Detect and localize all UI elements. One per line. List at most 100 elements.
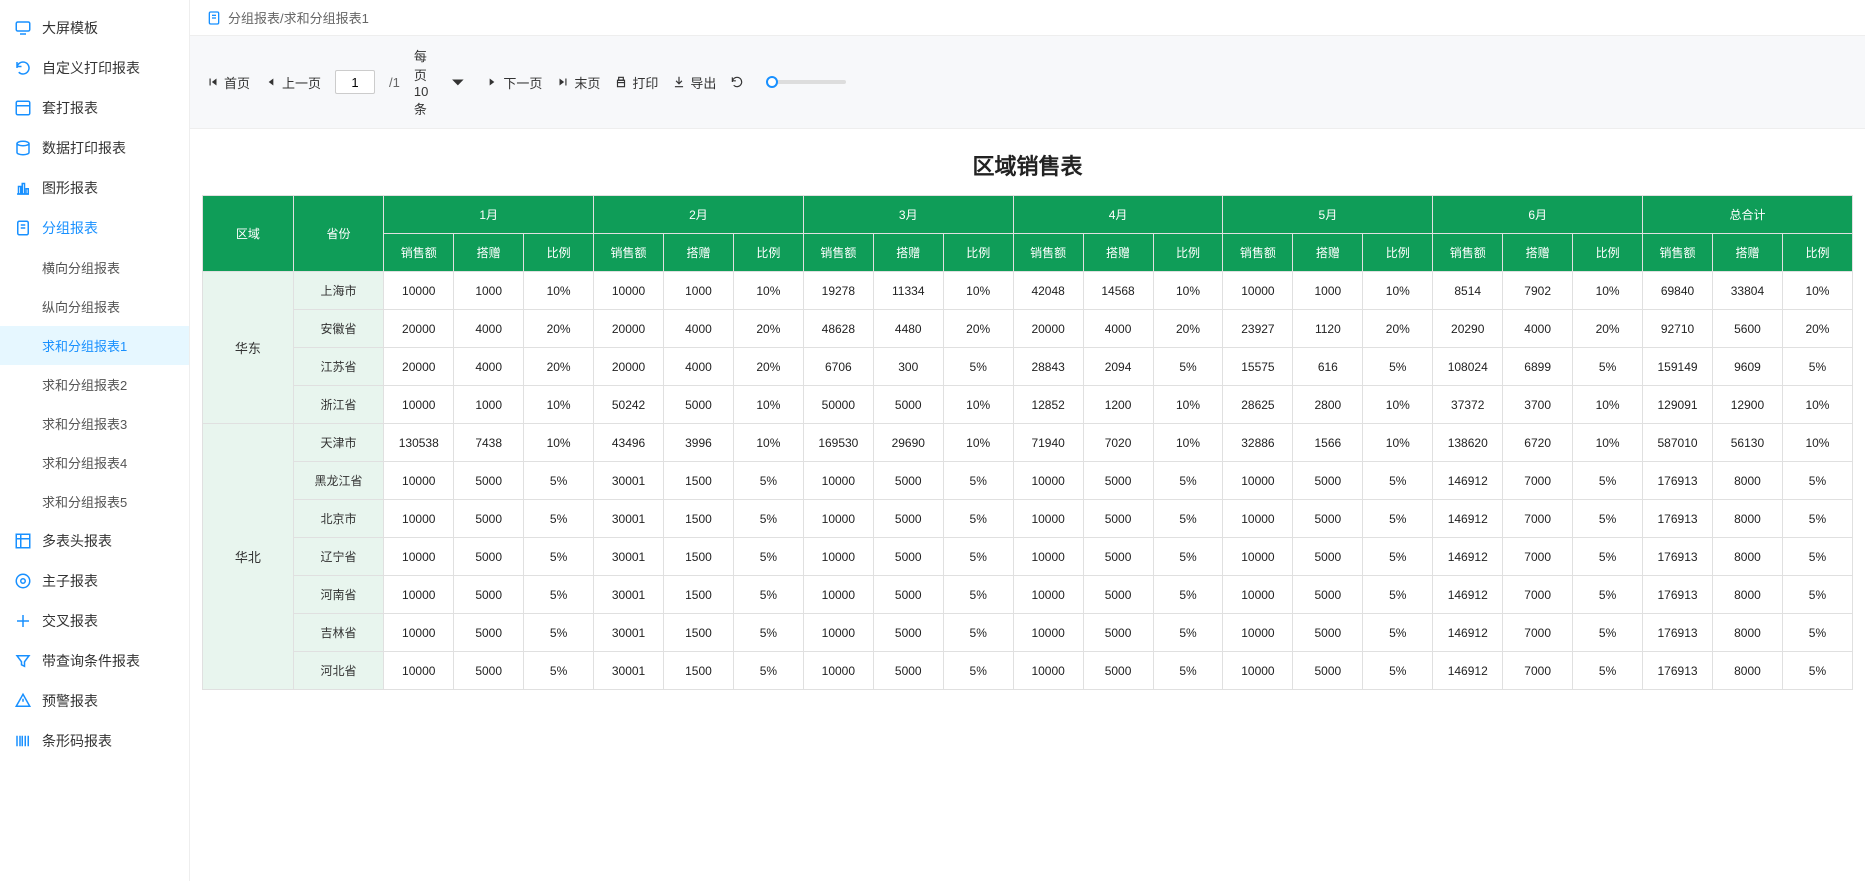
- cell-value: 20%: [1782, 310, 1852, 348]
- cell-value: 8000: [1712, 614, 1782, 652]
- cell-value: 5%: [1363, 500, 1433, 538]
- cell-value: 9609: [1712, 348, 1782, 386]
- cell-value: 8000: [1712, 462, 1782, 500]
- sidebar-item[interactable]: 大屏模板: [0, 8, 189, 48]
- cell-value: 4000: [1503, 310, 1573, 348]
- cell-value: 4000: [454, 310, 524, 348]
- cell-value: 1500: [664, 576, 734, 614]
- cell-value: 10000: [1223, 462, 1293, 500]
- th-metric: 搭赠: [1083, 234, 1153, 272]
- cell-value: 169530: [803, 424, 873, 462]
- cell-value: 10000: [1013, 614, 1083, 652]
- cell-value: 5000: [1083, 652, 1153, 690]
- sidebar-subitem[interactable]: 求和分组报表4: [0, 443, 189, 482]
- sidebar-item[interactable]: 主子报表: [0, 561, 189, 601]
- sidebar-subitem[interactable]: 横向分组报表: [0, 248, 189, 287]
- cell-value: 1500: [664, 462, 734, 500]
- cell-value: 5%: [1782, 576, 1852, 614]
- cell-value: 5%: [524, 576, 594, 614]
- cell-value: 7438: [454, 424, 524, 462]
- cell-province: 上海市: [293, 272, 384, 310]
- cell-value: 20000: [594, 310, 664, 348]
- sidebar-item[interactable]: 条形码报表: [0, 721, 189, 761]
- cell-value: 4000: [454, 348, 524, 386]
- layout-icon: [14, 99, 32, 117]
- sidebar-subitem[interactable]: 求和分组报表5: [0, 482, 189, 521]
- sidebar-item[interactable]: 预警报表: [0, 681, 189, 721]
- cell-value: 176913: [1643, 614, 1713, 652]
- cell-value: 32886: [1223, 424, 1293, 462]
- cell-value: 5000: [873, 500, 943, 538]
- cell-value: 5%: [733, 614, 803, 652]
- cell-value: 56130: [1712, 424, 1782, 462]
- cell-value: 20000: [1013, 310, 1083, 348]
- cell-value: 5%: [1153, 614, 1223, 652]
- cell-value: 10%: [1573, 386, 1643, 424]
- sidebar-item-label: 自定义打印报表: [42, 58, 140, 78]
- sidebar-item[interactable]: 交叉报表: [0, 601, 189, 641]
- cell-value: 92710: [1643, 310, 1713, 348]
- print-button[interactable]: 打印: [614, 73, 658, 92]
- sidebar-item[interactable]: 多表头报表: [0, 521, 189, 561]
- cell-value: 5%: [733, 462, 803, 500]
- th-metric: 销售额: [803, 234, 873, 272]
- sidebar-item[interactable]: 数据打印报表: [0, 128, 189, 168]
- sidebar-item[interactable]: 分组报表: [0, 208, 189, 248]
- sidebar-item[interactable]: 套打报表: [0, 88, 189, 128]
- sidebar-item-label: 条形码报表: [42, 731, 112, 751]
- cell-value: 5%: [1782, 462, 1852, 500]
- sidebar-subitem[interactable]: 纵向分组报表: [0, 287, 189, 326]
- cell-value: 5%: [524, 462, 594, 500]
- first-icon: [206, 75, 220, 89]
- cell-value: 5%: [1363, 462, 1433, 500]
- sidebar-item[interactable]: 图形报表: [0, 168, 189, 208]
- sidebar-subitem[interactable]: 求和分组报表3: [0, 404, 189, 443]
- sidebar-subitem[interactable]: 求和分组报表1: [0, 326, 189, 365]
- cell-value: 10%: [1782, 272, 1852, 310]
- next-page-button[interactable]: 下一页: [485, 73, 542, 92]
- first-page-button[interactable]: 首页: [206, 73, 250, 92]
- page-input[interactable]: [335, 70, 375, 94]
- chart-icon: [14, 179, 32, 197]
- first-label: 首页: [224, 73, 250, 92]
- cell-value: 5000: [664, 386, 734, 424]
- cell-value: 43496: [594, 424, 664, 462]
- cell-value: 5000: [454, 462, 524, 500]
- cell-value: 69840: [1643, 272, 1713, 310]
- cell-value: 5000: [873, 614, 943, 652]
- last-page-button[interactable]: 末页: [556, 73, 600, 92]
- cell-value: 5000: [454, 614, 524, 652]
- cell-value: 5%: [1573, 348, 1643, 386]
- cell-value: 10000: [1223, 272, 1293, 310]
- th-metric: 搭赠: [1503, 234, 1573, 272]
- th-metric: 比例: [943, 234, 1013, 272]
- cell-value: 10%: [1573, 424, 1643, 462]
- sidebar-item[interactable]: 自定义打印报表: [0, 48, 189, 88]
- th-metric: 比例: [1782, 234, 1852, 272]
- table-row: 华北天津市130538743810%43496399610%1695302969…: [203, 424, 1853, 462]
- zoom-reset-button[interactable]: [730, 75, 744, 89]
- prev-page-button[interactable]: 上一页: [264, 73, 321, 92]
- cell-value: 10%: [524, 424, 594, 462]
- cell-value: 5000: [1293, 462, 1363, 500]
- per-page-select[interactable]: 每页10条: [414, 46, 471, 118]
- print-icon: [614, 75, 628, 89]
- cell-value: 4000: [664, 348, 734, 386]
- zoom-slider[interactable]: [766, 80, 846, 84]
- cell-value: 5%: [1782, 348, 1852, 386]
- cell-value: 5%: [1363, 538, 1433, 576]
- cell-value: 10000: [803, 500, 873, 538]
- cell-value: 5%: [1782, 652, 1852, 690]
- cell-value: 50000: [803, 386, 873, 424]
- export-button[interactable]: 导出: [672, 73, 716, 92]
- sidebar-item[interactable]: 带查询条件报表: [0, 641, 189, 681]
- cell-province: 黑龙江省: [293, 462, 384, 500]
- cell-value: 6706: [803, 348, 873, 386]
- th-metric: 销售额: [1223, 234, 1293, 272]
- cell-value: 28843: [1013, 348, 1083, 386]
- cell-value: 20%: [733, 310, 803, 348]
- cell-value: 20%: [1573, 310, 1643, 348]
- cell-province: 安徽省: [293, 310, 384, 348]
- sidebar-subitem[interactable]: 求和分组报表2: [0, 365, 189, 404]
- cell-value: 5%: [1363, 576, 1433, 614]
